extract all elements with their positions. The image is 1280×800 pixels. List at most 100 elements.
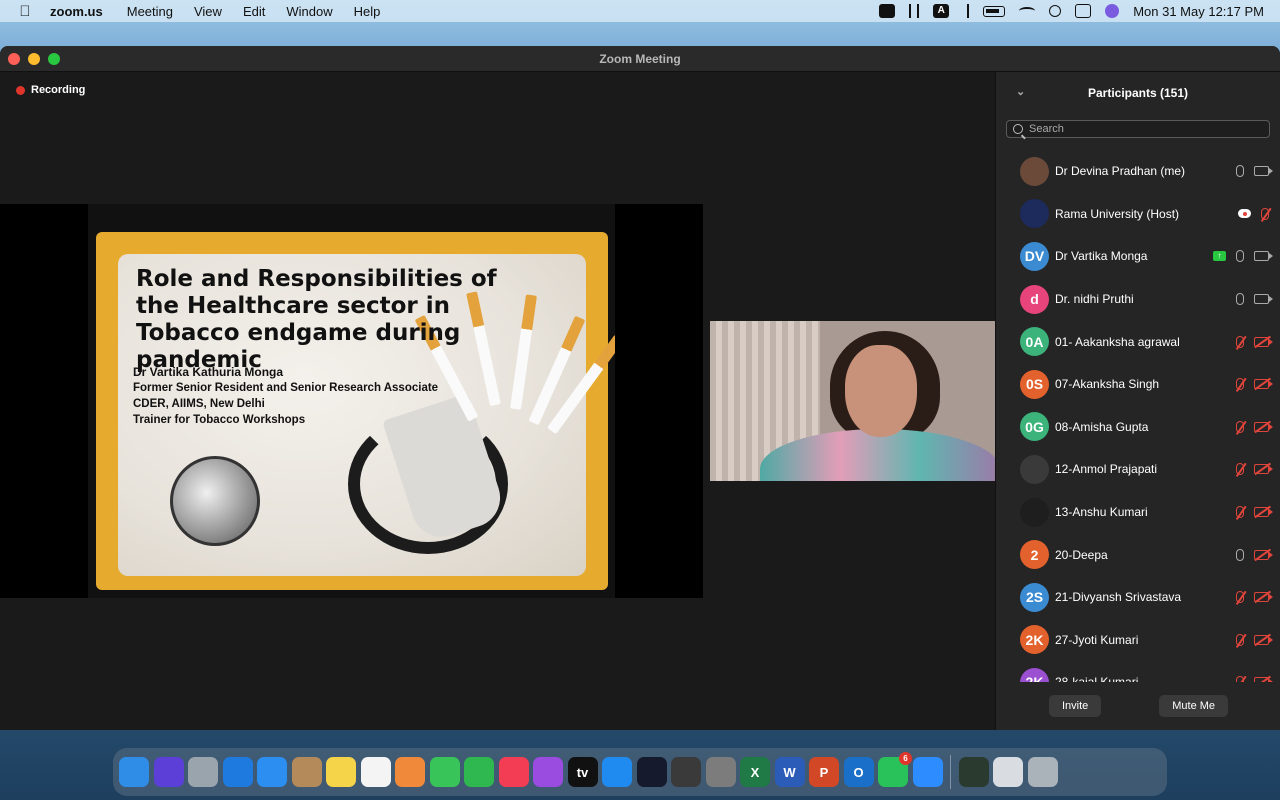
microphone-icon[interactable] [1236, 165, 1244, 178]
presentation-slide: Role and Responsibilities of the Healthc… [88, 204, 615, 598]
dock-reminders-icon[interactable] [360, 757, 391, 787]
participant-status-icons [1236, 591, 1273, 604]
participant-row[interactable]: Rama University (Host) [996, 193, 1280, 236]
participant-row[interactable]: 0G 08-Amisha Gupta [996, 406, 1280, 449]
video-off-icon[interactable] [1254, 592, 1273, 603]
video-off-icon[interactable] [1254, 549, 1273, 560]
mic-muted-icon[interactable] [1236, 335, 1244, 348]
mute-me-button[interactable]: Mute Me [1159, 695, 1229, 717]
recording-indicator[interactable]: Recording [16, 84, 85, 96]
battery-icon[interactable] [983, 5, 1006, 17]
participants-search[interactable] [1006, 120, 1270, 138]
dock-facetime-icon[interactable] [464, 757, 494, 787]
participant-name: 27-Jyoti Kumari [1055, 632, 1139, 647]
mic-muted-icon[interactable] [1236, 591, 1244, 604]
mic-muted-icon[interactable] [1236, 506, 1244, 519]
menubar-clock[interactable]: Mon 31 May 12:17 PM [1133, 4, 1264, 19]
participant-row[interactable]: 0A 01- Aakanksha agrawal [996, 320, 1280, 363]
mic-muted-icon[interactable] [1236, 378, 1244, 391]
video-off-icon[interactable] [1254, 634, 1273, 645]
participant-row[interactable]: 2K 27-Jyoti Kumari [996, 619, 1280, 662]
dock-whatsapp-icon[interactable]: 6 [878, 752, 912, 787]
video-camera-icon[interactable] [1254, 294, 1273, 305]
participant-row[interactable]: 12-Anmol Prajapati [996, 448, 1280, 491]
dock-word-icon[interactable]: W [774, 757, 805, 787]
participants-list[interactable]: Dr Devina Pradhan (me) Rama University (H… [996, 150, 1280, 682]
participant-name: 20-Deepa [1055, 547, 1108, 562]
participants-title: Participants (151) [1087, 86, 1189, 100]
video-off-icon[interactable] [1254, 464, 1273, 475]
dock-trash-icon[interactable] [1027, 757, 1058, 787]
dock-screenshot-icon[interactable] [671, 757, 701, 787]
dock-speedtest-icon[interactable] [636, 757, 667, 787]
dock-excel-icon[interactable]: X [740, 757, 770, 787]
participant-row[interactable]: 0S 07-Akanksha Singh [996, 363, 1280, 406]
meeting-area: Recording Role and Responsibilities of t… [0, 72, 995, 730]
microphone-icon[interactable] [1236, 548, 1244, 561]
menu-app-name[interactable]: zoom.us [50, 4, 103, 19]
dock-notes-icon[interactable] [326, 757, 356, 787]
video-off-icon[interactable] [1254, 379, 1273, 390]
dock-activity-monitor-icon[interactable] [958, 757, 989, 787]
dock-safari-icon[interactable] [222, 757, 253, 787]
dock-messages-icon[interactable] [429, 757, 460, 787]
participant-avatar [1020, 199, 1049, 229]
participant-row[interactable]: 13-Anshu Kumari [996, 491, 1280, 534]
dock-podcasts-icon[interactable] [533, 757, 563, 787]
menu-help[interactable]: Help [354, 4, 381, 19]
dock-system-preferences-icon[interactable] [705, 757, 736, 787]
mic-muted-icon[interactable] [1236, 463, 1244, 476]
speaker-video-tile[interactable] [710, 321, 995, 481]
dock-finder-icon[interactable] [119, 757, 149, 787]
mic-muted-icon[interactable] [1236, 633, 1244, 646]
dock-outlook-icon[interactable]: O [843, 757, 874, 787]
participant-row[interactable]: DV Dr Vartika Monga ↑ [996, 235, 1280, 278]
participant-name: 13-Anshu Kumari [1055, 505, 1148, 520]
screen-share-view[interactable]: Role and Responsibilities of the Healthc… [0, 204, 703, 598]
input-source-icon[interactable]: A [933, 4, 950, 18]
participant-row[interactable]: d Dr. nidhi Pruthi [996, 278, 1280, 321]
dock-contacts-icon[interactable] [291, 757, 322, 787]
dock-powerpoint-icon[interactable]: P [809, 757, 839, 787]
cloud-recording-icon [1238, 209, 1251, 219]
control-center-icon[interactable] [1075, 4, 1092, 18]
dock-app-store-icon[interactable] [602, 757, 632, 787]
dock-downloads-stack-icon[interactable] [993, 757, 1023, 787]
bluetooth-icon[interactable] [963, 4, 970, 18]
video-off-icon[interactable] [1254, 336, 1273, 347]
menu-edit[interactable]: Edit [243, 4, 265, 19]
video-off-icon[interactable] [1254, 421, 1273, 432]
menu-window[interactable]: Window [286, 4, 332, 19]
participant-name: 07-Akanksha Singh [1055, 377, 1160, 392]
participant-row[interactable]: 2S 21-Divyansh Srivastava [996, 576, 1280, 619]
menu-view[interactable]: View [194, 4, 222, 19]
mic-muted-icon[interactable] [1261, 207, 1269, 220]
invite-button[interactable]: Invite [1048, 695, 1102, 717]
apple-menu-icon[interactable]:  [0, 3, 50, 20]
dock-launchpad-icon[interactable] [188, 757, 218, 787]
video-camera-icon[interactable] [1254, 166, 1273, 177]
dock-music-icon[interactable] [498, 757, 529, 787]
participant-row[interactable]: Dr Devina Pradhan (me) [996, 150, 1280, 193]
participant-avatar [1020, 156, 1049, 186]
dock-zoom-icon[interactable] [912, 757, 943, 787]
microphone-icon[interactable] [1236, 250, 1244, 263]
menu-meeting[interactable]: Meeting [127, 4, 173, 19]
spotlight-search-icon[interactable] [1049, 5, 1062, 17]
video-off-icon[interactable] [1254, 507, 1273, 518]
mic-muted-icon[interactable] [1236, 420, 1244, 433]
dock-mail-icon[interactable] [257, 757, 287, 787]
video-camera-icon[interactable] [1254, 251, 1273, 262]
participant-row[interactable]: 2K 28-kajal Kumari [996, 661, 1280, 682]
wifi-icon[interactable] [1019, 7, 1036, 15]
zoom-status-icon[interactable] [879, 4, 896, 18]
dock: tv X W P O 6 [113, 748, 1167, 796]
dock-siri-icon[interactable] [153, 757, 184, 787]
microphone-icon[interactable] [1236, 293, 1244, 306]
participants-search-input[interactable] [1029, 123, 1249, 135]
dock-photos-icon[interactable] [395, 757, 425, 787]
dock-apple-tv-icon[interactable]: tv [567, 757, 598, 787]
siri-menu-icon[interactable] [1105, 4, 1120, 18]
tool-status-icon[interactable] [909, 4, 920, 18]
participant-row[interactable]: 2 20-Deepa [996, 533, 1280, 576]
